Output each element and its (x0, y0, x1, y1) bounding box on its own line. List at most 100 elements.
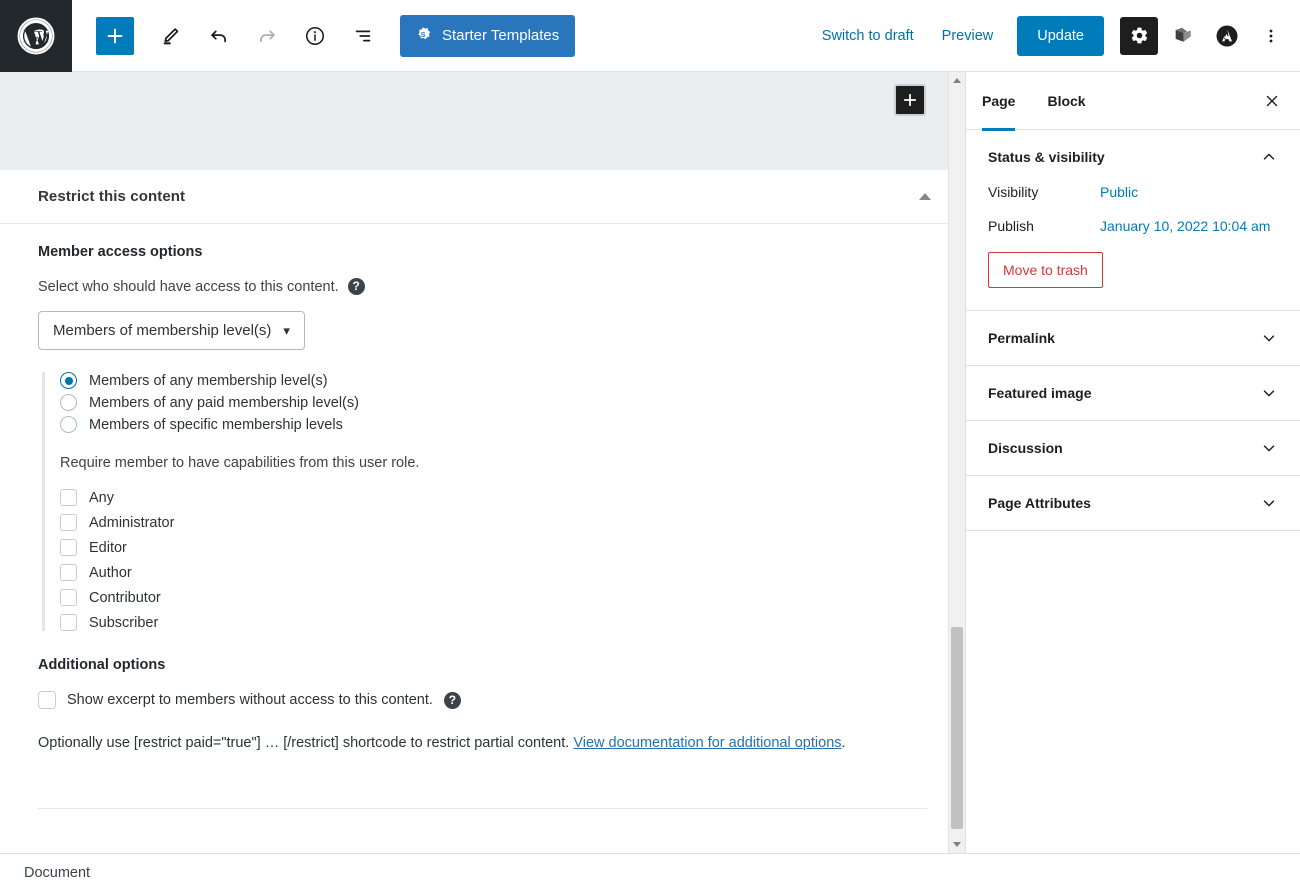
role-checkbox-subscriber[interactable]: Subscriber (60, 614, 927, 631)
undo-button[interactable] (200, 17, 238, 55)
shortcode-note: Optionally use [restrict paid="true"] … … (38, 731, 878, 756)
publish-row: Publish January 10, 2022 10:04 am (988, 218, 1278, 234)
visibility-value-button[interactable]: Public (1100, 184, 1138, 200)
toolbar-left-tools: S Starter Templates (72, 15, 575, 57)
switch-to-draft-button[interactable]: Switch to draft (808, 20, 928, 52)
member-access-options-label: Member access options (38, 244, 927, 260)
gear-icon (1130, 26, 1149, 45)
add-block-button[interactable] (96, 17, 134, 55)
help-question-icon[interactable]: ? (348, 278, 365, 295)
panel-discussion-header[interactable]: Discussion (966, 421, 1300, 475)
starter-templates-logo-icon: S (413, 26, 433, 46)
radio-label: Members of any paid membership level(s) (89, 395, 359, 411)
scroll-down-arrow-icon[interactable] (949, 836, 966, 853)
scrollbar-track[interactable] (949, 89, 965, 836)
panel-title: Featured image (988, 385, 1091, 401)
editor-scroll-region: Restrict this content Member access opti… (0, 72, 965, 853)
role-label: Contributor (89, 590, 161, 606)
preview-button[interactable]: Preview (928, 20, 1008, 52)
access-type-select[interactable]: Members of membership level(s) ▾ (38, 311, 305, 350)
chevron-down-icon (1260, 494, 1278, 512)
more-options-button[interactable] (1256, 17, 1286, 55)
radio-option-paid-level[interactable]: Members of any paid membership level(s) (60, 394, 927, 411)
panel-permalink: Permalink (966, 311, 1300, 366)
publish-label: Publish (988, 218, 1100, 234)
metabox-body: Member access options Select who should … (0, 224, 965, 782)
panel-featured-image-header[interactable]: Featured image (966, 366, 1300, 420)
panel-title: Page Attributes (988, 495, 1091, 511)
chevron-down-icon: ▾ (283, 324, 290, 337)
move-to-trash-button[interactable]: Move to trash (988, 252, 1103, 288)
role-checkbox-editor[interactable]: Editor (60, 539, 927, 556)
close-settings-button[interactable] (1252, 81, 1292, 121)
access-description-text: Select who should have access to this co… (38, 279, 339, 295)
panel-status-visibility: Status & visibility Visibility Public Pu… (966, 130, 1300, 311)
premium-addons-button[interactable] (1164, 17, 1202, 55)
settings-gear-button[interactable] (1120, 17, 1158, 55)
wordpress-logo-icon[interactable] (0, 0, 72, 72)
metabox-header[interactable]: Restrict this content (0, 170, 965, 224)
chevron-down-icon (1260, 439, 1278, 457)
documentation-link[interactable]: View documentation for additional option… (573, 735, 841, 751)
panel-title: Permalink (988, 330, 1055, 346)
block-canvas-top (0, 72, 965, 170)
checkbox-indicator (60, 514, 77, 531)
role-label: Any (89, 490, 114, 506)
kebab-menu-icon (1261, 26, 1281, 46)
panel-permalink-header[interactable]: Permalink (966, 311, 1300, 365)
panel-discussion: Discussion (966, 421, 1300, 476)
starter-templates-label: Starter Templates (442, 27, 559, 44)
canvas-add-block-button[interactable] (894, 84, 926, 116)
show-excerpt-checkbox-row[interactable]: Show excerpt to members without access t… (38, 691, 927, 709)
chevron-up-icon (1260, 148, 1278, 166)
role-checkbox-administrator[interactable]: Administrator (60, 514, 927, 531)
scrollbar-thumb[interactable] (951, 627, 963, 829)
publish-date-button[interactable]: January 10, 2022 10:04 am (1100, 218, 1270, 234)
plus-icon (901, 91, 919, 109)
breadcrumb[interactable]: Document (24, 865, 90, 881)
role-label: Editor (89, 540, 127, 556)
chevron-down-icon (1260, 384, 1278, 402)
premium-addons-logo-icon (1172, 25, 1194, 47)
checkbox-indicator (38, 691, 56, 709)
close-x-icon (1263, 92, 1281, 110)
shortcode-note-text: Optionally use [restrict paid="true"] … … (38, 735, 573, 751)
svg-text:S: S (421, 31, 426, 39)
restrict-content-metabox: Restrict this content Member access opti… (0, 170, 965, 809)
toolbar-right-actions: Switch to draft Preview Update (808, 16, 1300, 56)
list-view-button[interactable] (344, 17, 382, 55)
panel-status-visibility-body: Visibility Public Publish January 10, 20… (966, 184, 1300, 310)
radio-option-specific-levels[interactable]: Members of specific membership levels (60, 416, 927, 433)
metabox-collapse-button[interactable] (907, 189, 943, 204)
help-question-icon[interactable]: ? (444, 692, 461, 709)
tools-pencil-button[interactable] (152, 17, 190, 55)
redo-button[interactable] (248, 17, 286, 55)
scroll-up-arrow-icon[interactable] (949, 72, 966, 89)
details-info-button[interactable] (296, 17, 334, 55)
editor-bottom-breadcrumb-bar: Document (0, 853, 1300, 891)
astra-button[interactable] (1208, 17, 1246, 55)
radio-label: Members of any membership level(s) (89, 373, 328, 389)
update-button[interactable]: Update (1017, 16, 1104, 56)
panel-title: Discussion (988, 440, 1063, 456)
editor-body: Restrict this content Member access opti… (0, 72, 1300, 853)
checkbox-indicator (60, 539, 77, 556)
tab-block[interactable]: Block (1031, 72, 1101, 130)
sidebar-tabs: Page Block (966, 72, 1300, 130)
panel-page-attributes-header[interactable]: Page Attributes (966, 476, 1300, 530)
role-checkbox-any[interactable]: Any (60, 489, 927, 506)
radio-indicator (60, 416, 77, 433)
starter-templates-button[interactable]: S Starter Templates (400, 15, 575, 57)
panel-title: Status & visibility (988, 149, 1105, 165)
tab-page[interactable]: Page (966, 72, 1031, 130)
panel-status-visibility-header[interactable]: Status & visibility (966, 130, 1300, 184)
role-checkbox-author[interactable]: Author (60, 564, 927, 581)
show-excerpt-label: Show excerpt to members without access t… (67, 692, 433, 708)
user-role-note: Require member to have capabilities from… (60, 455, 927, 471)
radio-option-any-level[interactable]: Members of any membership level(s) (60, 372, 927, 389)
editor-vertical-scrollbar[interactable] (948, 72, 965, 853)
role-checkbox-contributor[interactable]: Contributor (60, 589, 927, 606)
editor-content-column: Restrict this content Member access opti… (0, 72, 965, 853)
shortcode-note-period: . (842, 735, 846, 751)
access-type-select-value: Members of membership level(s) (53, 322, 271, 339)
